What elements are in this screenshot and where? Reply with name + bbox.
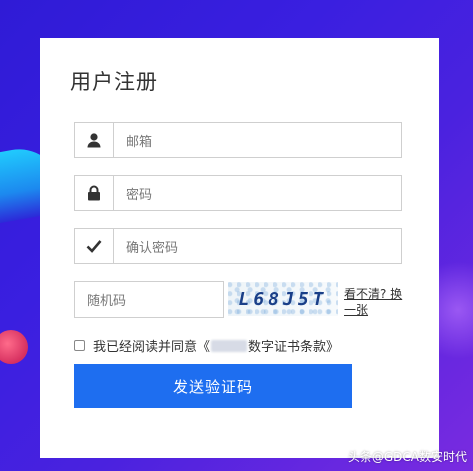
confirm-password-field[interactable]: 确认密码 [74, 228, 402, 264]
captcha-placeholder: 随机码 [87, 294, 127, 309]
password-field[interactable]: 密码 [74, 175, 402, 211]
check-icon [75, 229, 114, 263]
lock-icon [75, 176, 114, 210]
background-ball [0, 330, 28, 364]
agreement-row: 我已经阅读并同意《 数字证书条款》 [74, 336, 339, 355]
captcha-text: L68J5T [238, 288, 328, 310]
email-placeholder: 邮箱 [126, 134, 153, 150]
page-title: 用户注册 [70, 70, 158, 94]
watermark: 头条@GDCA数安时代 [347, 450, 467, 464]
captcha-input[interactable]: 随机码 [74, 281, 224, 318]
refresh-captcha-link[interactable]: 看不清? 换一张 [344, 286, 408, 318]
blurred-text [211, 339, 248, 352]
confirm-password-placeholder: 确认密码 [126, 240, 179, 256]
captcha-image[interactable]: L68J5T [228, 282, 338, 316]
register-card: 用户注册 邮箱 密码 确认密码 随机码 L68J5T 看不清? 换一张 我已经阅… [40, 38, 439, 458]
email-field[interactable]: 邮箱 [74, 122, 402, 158]
agreement-link[interactable]: 数字证书条款》 [248, 336, 339, 355]
password-placeholder: 密码 [126, 187, 153, 203]
send-code-button[interactable]: 发送验证码 [74, 364, 352, 408]
agreement-prefix: 我已经阅读并同意《 [93, 340, 211, 355]
user-icon [75, 123, 114, 157]
agree-checkbox[interactable] [74, 340, 85, 351]
